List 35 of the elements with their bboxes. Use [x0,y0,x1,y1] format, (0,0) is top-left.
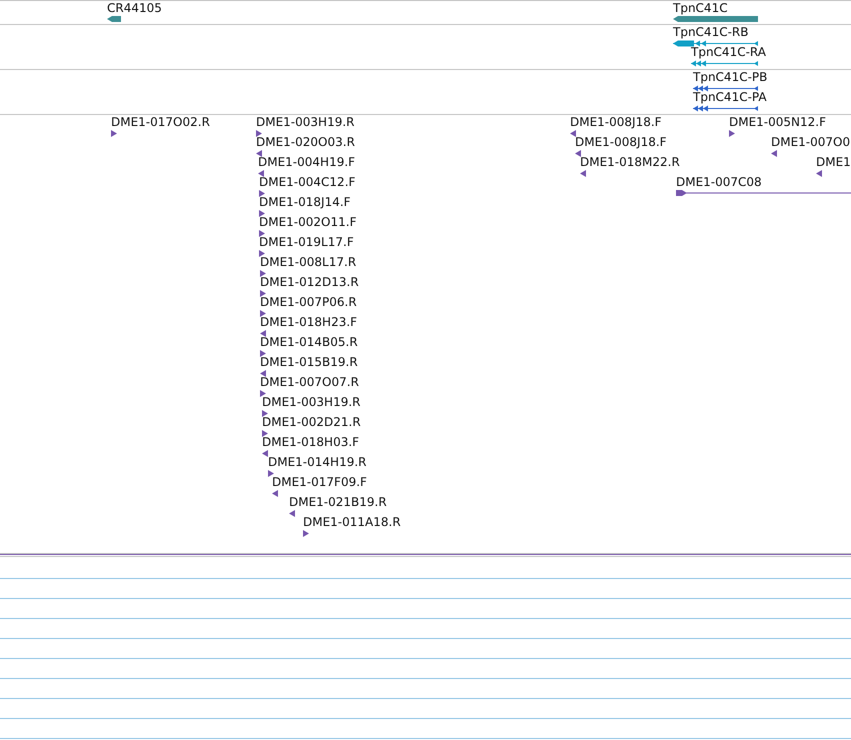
feature-label[interactable]: DME1-008J18.F [570,116,662,129]
feature-label[interactable]: DME1-018J14.F [259,196,351,209]
feature-label[interactable]: DME1-007C08 [676,176,762,189]
feature-label[interactable]: DME1-004H19.F [258,156,356,169]
feature-label[interactable]: DME1-018H23.F [260,316,358,329]
feature-label[interactable]: DME1-002D21.R [262,416,361,429]
feature-label[interactable]: DME1-007O07.R [260,376,359,389]
feature-label[interactable]: DME1-019L17.F [259,236,354,249]
feature-label[interactable]: DME1-011A18.R [303,516,401,529]
feature-label[interactable]: DME1-002O11.F [259,216,356,229]
feature-label[interactable]: DME1-012D13.R [260,276,359,289]
feature-label[interactable]: TpnC41C-RB [673,26,748,39]
feature-label[interactable]: DME1-008J18.F [575,136,667,149]
feature-label[interactable]: DME1-008L17.R [260,256,356,269]
feature-label[interactable]: DME1-017F09.F [272,476,367,489]
feature-label[interactable]: DME1-003H19.R [256,116,354,129]
feature-label[interactable]: DME1-014H19.R [268,456,366,469]
feature-label[interactable]: CR44105 [107,2,162,15]
feature-label[interactable]: DME1-004C12.F [259,176,356,189]
feature-label[interactable]: TpnC41C-PB [693,71,768,84]
feature-label[interactable]: DME1-014B05.R [260,336,358,349]
feature-label[interactable]: TpnC41C-PA [693,91,767,104]
feature-label[interactable]: DME1-003H19.R [262,396,360,409]
feature-label[interactable]: DME1-020O03.R [256,136,355,149]
feature-label[interactable]: DME1-015B19.R [260,356,358,369]
feature-label[interactable]: TpnC41C [673,2,728,15]
feature-label[interactable]: TpnC41C-RA [691,46,766,59]
feature-label[interactable]: DME1-007O0 [771,136,850,149]
feature-label[interactable]: DME1-018M22.R [580,156,680,169]
feature-label[interactable]: DME1-007P06.R [260,296,357,309]
feature-label[interactable]: DME1-005N12.F [729,116,826,129]
feature-label[interactable]: DME1-018H03.F [262,436,360,449]
feature-label[interactable]: DME1-017O02.R [111,116,210,129]
feature-label[interactable]: DME1 [816,156,851,169]
feature-label[interactable]: DME1-021B19.R [289,496,387,509]
